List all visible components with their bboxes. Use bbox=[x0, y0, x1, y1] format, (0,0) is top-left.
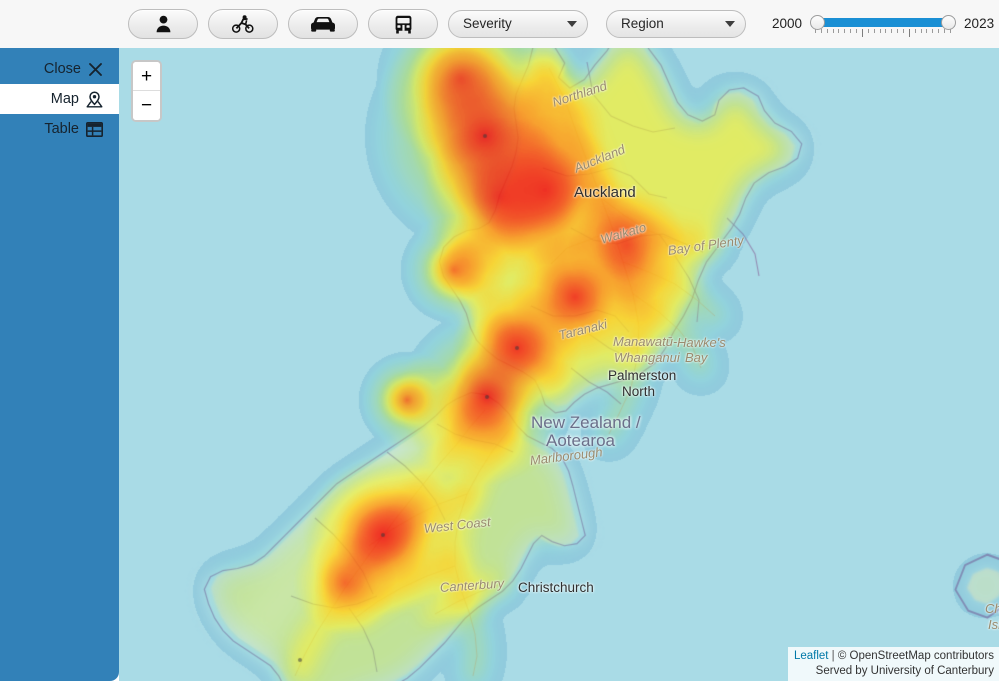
year-slider-knob-min[interactable] bbox=[810, 15, 826, 30]
severity-dropdown-label: Severity bbox=[463, 16, 512, 32]
map-zoom-control[interactable]: + − bbox=[131, 60, 162, 122]
cyclist-icon bbox=[232, 15, 254, 33]
region-dropdown[interactable]: Region bbox=[606, 10, 746, 38]
mode-button-pedestrian[interactable] bbox=[128, 9, 198, 39]
mode-button-cyclist[interactable] bbox=[208, 9, 278, 39]
car-icon bbox=[310, 16, 336, 32]
mode-button-bus[interactable] bbox=[368, 9, 438, 39]
year-slider-knob-max[interactable] bbox=[941, 15, 957, 30]
mode-button-car[interactable] bbox=[288, 9, 358, 39]
chevron-down-icon bbox=[567, 21, 577, 27]
map-pin-icon bbox=[86, 90, 103, 108]
year-slider-min-label: 2000 bbox=[772, 16, 803, 32]
bus-icon bbox=[394, 15, 413, 34]
year-slider-rail bbox=[811, 18, 956, 27]
year-slider-ticks bbox=[815, 29, 951, 38]
osm-attribution: © OpenStreetMap contributors bbox=[837, 649, 994, 662]
top-toolbar: Severity Region 2000 2023 bbox=[0, 0, 999, 48]
sidebar-item-map[interactable]: Map bbox=[0, 84, 119, 114]
map-heatmap-canvas bbox=[119, 48, 999, 681]
sidebar-item-close[interactable]: Close bbox=[0, 54, 119, 84]
region-dropdown-label: Region bbox=[621, 16, 664, 32]
served-by-text: Served by University of Canterbury bbox=[815, 664, 994, 677]
attribution-separator: | bbox=[828, 649, 838, 662]
year-range-slider[interactable]: 2000 2023 bbox=[772, 9, 994, 39]
severity-dropdown[interactable]: Severity bbox=[448, 10, 588, 38]
sidebar-item-label: Close bbox=[43, 60, 81, 77]
chevron-down-icon bbox=[725, 21, 735, 27]
year-slider-max-label: 2023 bbox=[964, 16, 995, 32]
zoom-out-button[interactable]: − bbox=[133, 91, 160, 120]
sidebar-item-label: Map bbox=[50, 90, 79, 107]
pedestrian-icon bbox=[155, 15, 172, 33]
sidebar-item-table[interactable]: Table bbox=[0, 114, 119, 144]
leaflet-link[interactable]: Leaflet bbox=[794, 650, 829, 662]
sidebar: Close Map Table bbox=[0, 48, 119, 681]
close-icon bbox=[88, 62, 103, 77]
sidebar-item-label: Table bbox=[44, 120, 79, 137]
map-viewport[interactable]: Northland Auckland Auckland Waikato Bay of P… bbox=[119, 48, 999, 681]
map-attribution: Leaflet | © OpenStreetMap contributors S… bbox=[787, 646, 999, 681]
zoom-in-button[interactable]: + bbox=[133, 62, 160, 91]
year-slider-track[interactable] bbox=[810, 9, 957, 39]
table-icon bbox=[86, 121, 103, 137]
